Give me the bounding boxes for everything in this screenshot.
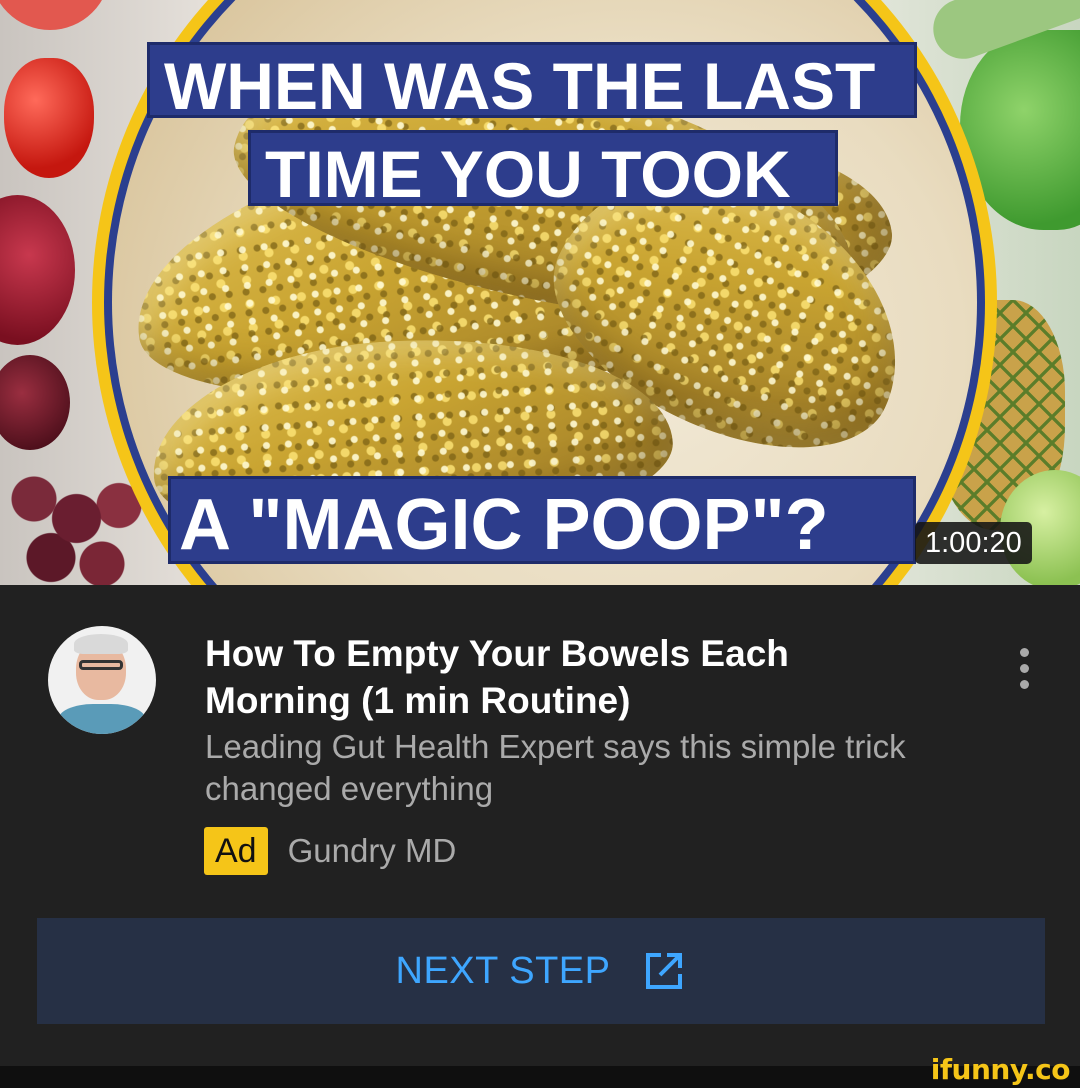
next-step-button[interactable]: NEXT STEP (37, 918, 1045, 1024)
video-title[interactable]: How To Empty Your Bowels Each Morning (1… (205, 630, 905, 724)
video-duration-badge: 1:00:20 (915, 522, 1032, 564)
headline-line-3: A "MAGIC POOP"? (168, 476, 916, 564)
headline-line-2: TIME YOU TOOK (248, 130, 838, 207)
ad-description: Leading Gut Health Expert says this simp… (205, 728, 906, 807)
video-thumbnail[interactable]: WHEN WAS THE LAST TIME YOU TOOK A "MAGIC… (0, 0, 1080, 585)
ifunny-watermark: ifunny.co (930, 1053, 1071, 1086)
bottom-bar (0, 1066, 1080, 1088)
headline-line-1: WHEN WAS THE LAST (147, 42, 917, 119)
external-link-icon (646, 953, 683, 989)
watermelon-slice (0, 0, 110, 30)
ad-badge: Ad (204, 827, 268, 875)
red-pepper (4, 58, 94, 178)
ad-meta-row: Ad Gundry MD (204, 826, 456, 876)
next-step-label: NEXT STEP (395, 949, 611, 992)
red-cabbage (0, 195, 75, 345)
channel-avatar[interactable] (48, 626, 156, 734)
red-onion (0, 355, 70, 450)
advertiser-name: Gundry MD (287, 832, 457, 869)
more-vert-icon[interactable] (1010, 648, 1038, 694)
